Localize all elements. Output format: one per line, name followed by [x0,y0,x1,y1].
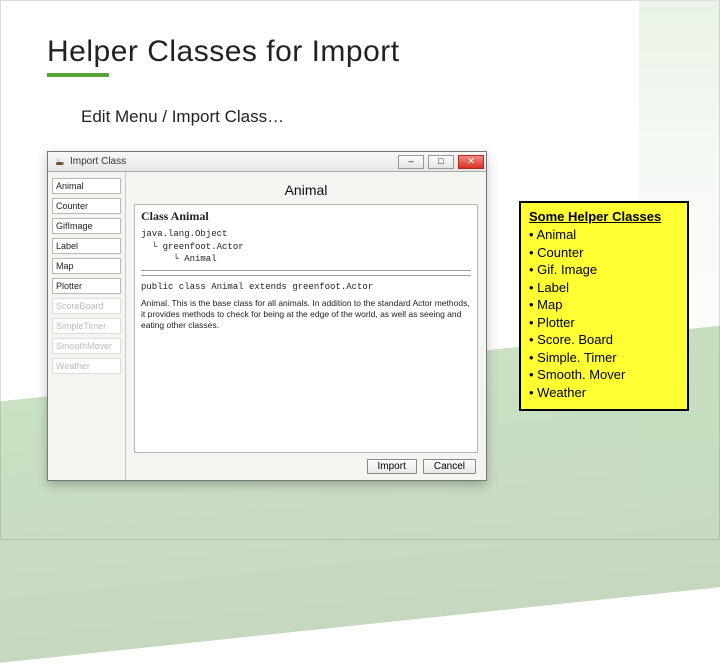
class-list-sidebar: Animal Counter GifImage Label Map Plotter Scor… [48,172,126,480]
cancel-button[interactable]: Cancel [423,459,476,474]
helper-item: • Score. Board [529,331,679,349]
class-description: Animal. This is the base class for all a… [141,298,471,331]
sidebar-item-smoothmover[interactable]: SmoothMover [52,338,121,354]
helper-item: • Map [529,296,679,314]
divider [141,275,471,276]
class-documentation-pane: Class Animal java.lang.Object └ greenfoo… [134,204,478,453]
window-title: Import Class [70,156,394,167]
slide-title: Helper Classes for Import [47,35,400,77]
dialog-button-bar: Import Cancel [126,453,486,480]
helper-item: • Smooth. Mover [529,366,679,384]
helper-item: • Animal [529,226,679,244]
class-signature: public class Animal extends greenfoot.Ac… [141,282,471,292]
sidebar-item-simpletimer[interactable]: SimpleTimer [52,318,121,334]
helper-item: • Weather [529,384,679,402]
helper-item: • Label [529,279,679,297]
helper-item: • Plotter [529,314,679,332]
import-class-dialog: Import Class – □ ✕ Animal Counter GifImage… [47,151,487,481]
close-button[interactable]: ✕ [458,155,484,169]
inheritance-tree: java.lang.Object └ greenfoot.Actor └ Ani… [141,228,471,266]
sidebar-item-gifimage[interactable]: GifImage [52,218,121,234]
slide-subtitle: Edit Menu / Import Class… [81,107,284,127]
sidebar-item-label[interactable]: Label [52,238,121,254]
sidebar-item-map[interactable]: Map [52,258,121,274]
divider [141,270,471,271]
helper-box-title: Some Helper Classes [529,209,679,224]
titlebar: Import Class – □ ✕ [48,152,486,172]
doc-heading: Class Animal [141,209,471,224]
helper-classes-callout: Some Helper Classes • Animal• Counter• G… [519,201,689,411]
sidebar-item-animal[interactable]: Animal [52,178,121,194]
helper-item: • Simple. Timer [529,349,679,367]
maximize-button[interactable]: □ [428,155,454,169]
helper-item: • Gif. Image [529,261,679,279]
import-button[interactable]: Import [367,459,417,474]
sidebar-item-plotter[interactable]: Plotter [52,278,121,294]
sidebar-item-scoreboard[interactable]: ScoreBoard [52,298,121,314]
minimize-button[interactable]: – [398,155,424,169]
sidebar-item-counter[interactable]: Counter [52,198,121,214]
helper-item: • Counter [529,244,679,262]
selected-class-title: Animal [126,172,486,204]
java-icon [54,156,66,168]
sidebar-item-weather[interactable]: Weather [52,358,121,374]
